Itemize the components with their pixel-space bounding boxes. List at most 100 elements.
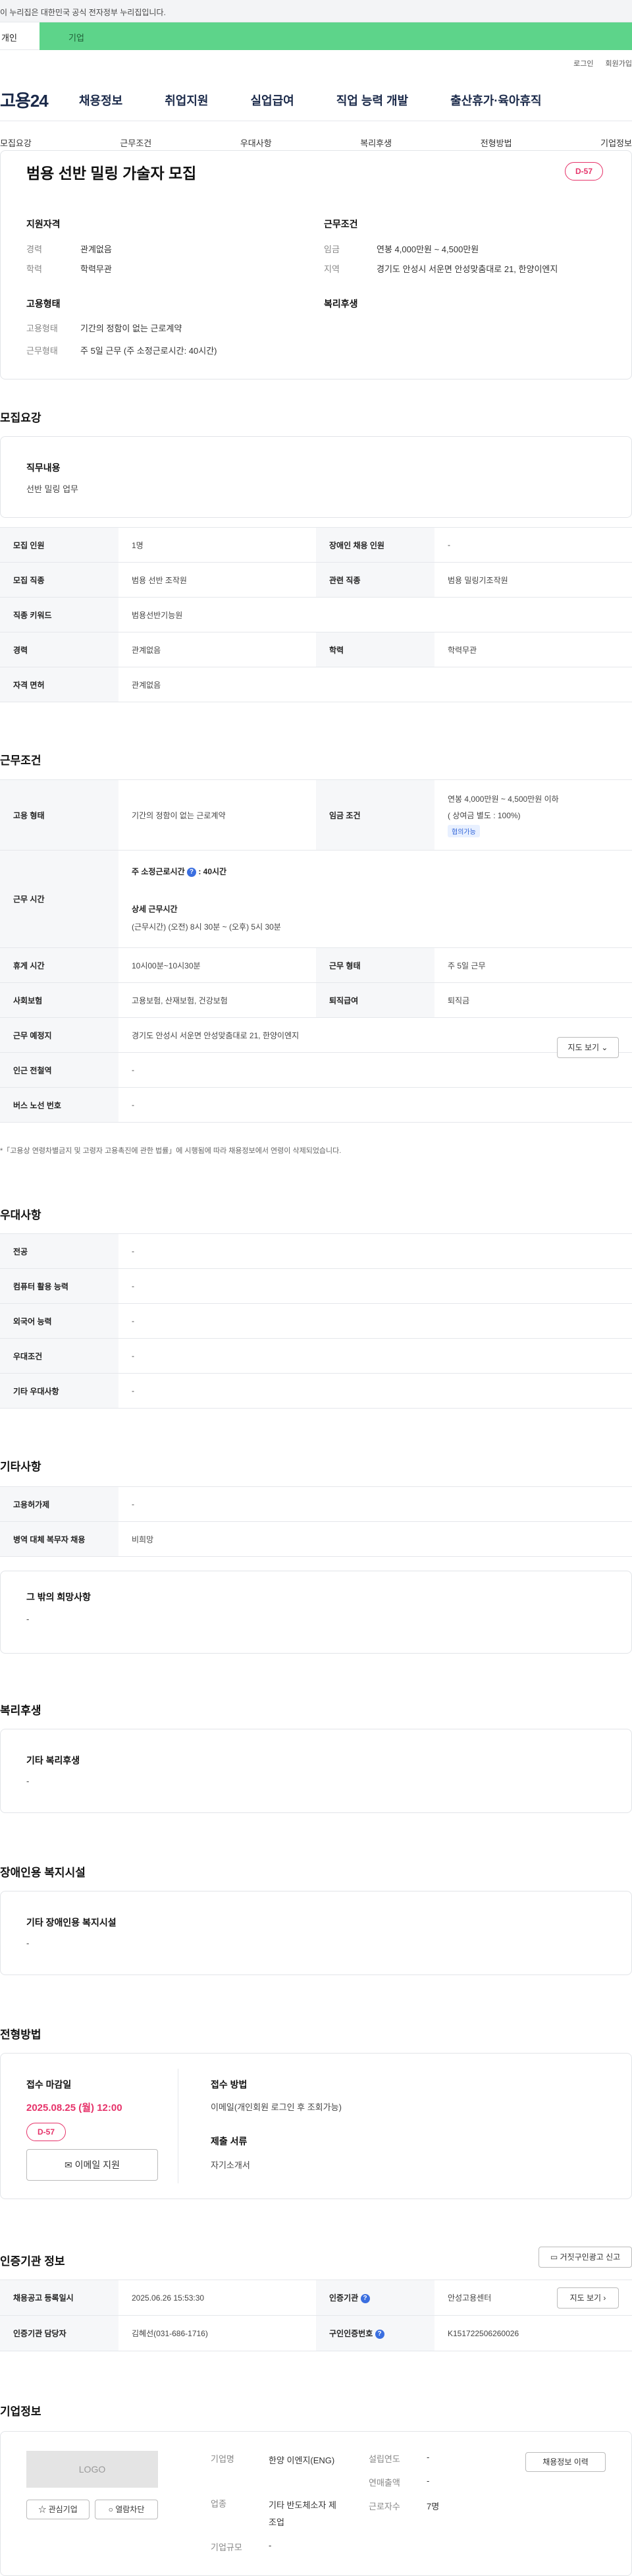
industry-value: 기타 반도체소자 제조업 xyxy=(269,2500,336,2527)
lnb-work[interactable]: 근무조건 xyxy=(120,136,151,149)
license-key: 자격 면허 xyxy=(0,667,118,702)
company-logo: LOGO xyxy=(26,2451,158,2488)
weekly-hours-label: 주 소정근로시간 xyxy=(132,867,185,876)
work-form-value: 주 5일 근무 (주 소정근로시간: 40시간) xyxy=(80,346,217,356)
table-row: 컴퓨터 활용 능력 - xyxy=(0,1268,632,1304)
pref-etc-value: - xyxy=(118,1373,632,1409)
pref-cond-value: - xyxy=(118,1338,632,1374)
lnb-preference[interactable]: 우대사항 xyxy=(240,136,272,149)
gnb-parental-leave[interactable]: 출산휴가·육아휴직 xyxy=(450,92,541,109)
age-footnote: *「고용상 연령차별금지 및 고령자 고용촉진에 관한 법률」에 시행됨에 따라… xyxy=(0,1147,342,1155)
work-time-cell: 주 소정근로시간 ? : 40시간 상세 근무시간 (근무시간) (오전) 8시… xyxy=(118,850,632,948)
job-keyword-value: 범용선반기능원 xyxy=(118,597,632,632)
pref-etc-key: 기타 우대사항 xyxy=(0,1373,118,1409)
work-form-key: 근무 형태 xyxy=(316,947,434,983)
top-links: 로그인 회원가입 xyxy=(573,58,632,69)
question-icon[interactable]: ? xyxy=(360,2293,370,2303)
lnb-welfare[interactable]: 복리후생 xyxy=(360,136,392,149)
agency-map-label: 지도 보기 xyxy=(569,2293,602,2303)
lnb-selection[interactable]: 전형방법 xyxy=(481,136,512,149)
lnb-company[interactable]: 기업정보 xyxy=(600,136,632,149)
table-row: 인근 전철역 - xyxy=(0,1052,632,1088)
rest-time-key: 휴게 시간 xyxy=(0,947,118,983)
agency-map-button[interactable]: 지도 보기 › xyxy=(557,2287,619,2309)
employ-type-key: 고용형태 xyxy=(26,323,58,333)
table-row: 기타 우대사항 - xyxy=(0,1373,632,1409)
recruit-count-value: 1명 xyxy=(118,527,316,563)
welfare-box xyxy=(0,1729,632,1813)
work-table: 고용 형태 기간의 정함이 없는 근로계약 임금 조건 연봉 4,000만원 ~… xyxy=(0,779,632,1123)
work-form-value: 주 5일 근무 xyxy=(434,947,632,983)
agency-table: 채용공고 등록일시 2025.06.26 15:53:30 인증기관 ? 안성고… xyxy=(0,2280,632,2351)
method-label: 접수 방법 xyxy=(211,2079,248,2090)
job-title: 범용 선반 밀링 가술자 모집 xyxy=(26,165,197,182)
preference-table: 전공 - 컴퓨터 활용 능력 - 외국어 능력 - 우대조건 - 기타 우대사항 - xyxy=(0,1233,632,1409)
disabled-heading: 장애인용 복지시설 xyxy=(0,1866,86,1879)
table-row: 직종 키워드 범용선반기능원 xyxy=(0,597,632,632)
map-button-label: 지도 보기 xyxy=(567,1043,600,1052)
question-icon[interactable]: ? xyxy=(375,2329,384,2339)
site-logo[interactable]: 고용24 xyxy=(0,88,79,112)
language-key: 외국어 능력 xyxy=(0,1303,118,1339)
lnb-recruit[interactable]: 모집요강 xyxy=(0,136,32,149)
region-value: 경기도 안성시 서운면 안성맞춤대로 21, 한양이엔지 xyxy=(377,264,558,274)
block-label: 열람차단 xyxy=(115,2505,145,2514)
signup-link[interactable]: 회원가입 xyxy=(606,58,632,69)
insurance-key: 사회보험 xyxy=(0,982,118,1018)
recruit-history-button[interactable]: 채용정보 이력 xyxy=(525,2452,606,2472)
cert-number-value: K151722506260026 xyxy=(434,2315,632,2351)
table-row: 모집 직종 범용 선반 조작원 관련 직종 범용 밀링기조작원 xyxy=(0,562,632,598)
gnb-unemployment-benefit[interactable]: 실업급여 xyxy=(251,92,294,109)
employ-type-value: 기간의 정함이 없는 근로계약 xyxy=(80,323,182,333)
method-value: 이메일(개인회원 로그인 후 조회가능) xyxy=(211,2102,342,2112)
edu-row-value: 학력무관 xyxy=(434,632,632,667)
circle-icon: ○ xyxy=(108,2505,113,2514)
welfare-heading: 복리후생 xyxy=(0,1704,41,1717)
wage-cond-note: ( 상여금 별도 : 100%) xyxy=(448,810,521,820)
cert-number-key-cell: 구인인증번호 ? xyxy=(316,2315,434,2351)
favorite-company-button[interactable]: ☆ 관심기업 xyxy=(26,2500,90,2519)
founded-value: - xyxy=(427,2452,430,2462)
docs-label: 제출 서류 xyxy=(211,2136,248,2146)
insurance-value: 고용보험, 산재보험, 건강보험 xyxy=(118,982,316,1018)
license-value: 관계없음 xyxy=(118,667,632,702)
employees-value: 7명 xyxy=(427,2502,440,2511)
gnb-job-skills[interactable]: 직업 능력 개발 xyxy=(336,92,408,109)
login-link[interactable]: 로그인 xyxy=(573,58,593,69)
report-fake-ad-button[interactable]: ▭ 거짓구인광고 신고 xyxy=(539,2247,632,2268)
company-name-value: 한양 이엔지(ENG) xyxy=(269,2455,335,2465)
email-apply-button[interactable]: ✉ 이메일 지원 xyxy=(26,2149,158,2181)
agency-staff-key: 인증기관 담당자 xyxy=(0,2315,118,2351)
table-row: 자격 면허 관계없음 xyxy=(0,667,632,702)
agency-staff-value: 김혜선(031-686-1716) xyxy=(118,2315,316,2351)
table-row: 외국어 능력 - xyxy=(0,1303,632,1339)
map-button[interactable]: 지도 보기 ⌄ xyxy=(557,1037,619,1058)
military-value: 비희망 xyxy=(118,1521,632,1557)
related-job-value: 범용 밀링기조작원 xyxy=(434,562,632,598)
recruit-count-key: 모집 인원 xyxy=(0,527,118,563)
gnb-employment-support[interactable]: 취업지원 xyxy=(165,92,208,109)
block-view-button[interactable]: ○ 열람차단 xyxy=(95,2500,158,2519)
star-icon: ☆ xyxy=(38,2505,47,2514)
work-form-key: 근무형태 xyxy=(26,346,58,356)
disabled-count-value: - xyxy=(434,527,632,563)
education-value: 학력무관 xyxy=(80,264,112,274)
permit-key: 고용허가제 xyxy=(0,1486,118,1522)
gnb-jobs[interactable]: 채용정보 xyxy=(79,92,122,109)
company-heading: 기업정보 xyxy=(0,2405,41,2418)
welfare-box-title: 기타 복리후생 xyxy=(26,1755,80,1766)
selection-dday-badge: D-57 xyxy=(26,2123,66,2141)
duty-title: 직무내용 xyxy=(26,462,61,473)
wage-cond-key: 임금 조건 xyxy=(316,779,434,851)
reg-date-key: 채용공고 등록일시 xyxy=(0,2280,118,2316)
tab-personal[interactable]: 개인 xyxy=(0,22,40,50)
docs-value: 자기소개서 xyxy=(211,2160,250,2170)
table-row: 경력 관계없음 학력 학력무관 xyxy=(0,632,632,667)
tab-company[interactable]: 기업 xyxy=(40,22,632,50)
founded-key: 설립연도 xyxy=(369,2454,400,2464)
permit-value: - xyxy=(118,1486,632,1522)
question-icon[interactable]: ? xyxy=(186,867,196,877)
document-icon: ▭ xyxy=(550,2253,558,2262)
weekly-hours-value: : 40시간 xyxy=(198,867,227,876)
company-size-value: - xyxy=(269,2540,272,2550)
